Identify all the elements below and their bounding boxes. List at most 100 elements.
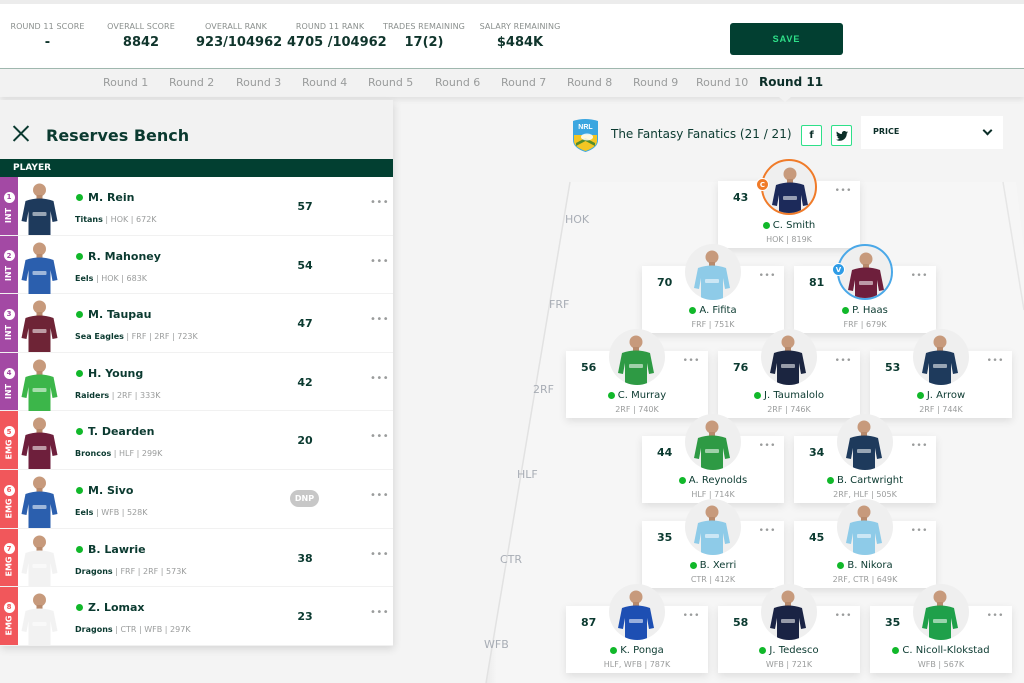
player-positions-price: | HLF | 299K xyxy=(111,449,163,459)
slot-number: 5 xyxy=(3,426,15,438)
player-avatar xyxy=(685,244,741,300)
twitter-share-button[interactable] xyxy=(831,125,852,146)
more-options-icon[interactable]: ••• xyxy=(987,356,1004,366)
position-label-frf: FRF xyxy=(549,298,570,311)
lineup-player-card[interactable]: 45 ••• B. Nikora 2RF, CTR | 649K xyxy=(794,499,936,588)
more-options-icon[interactable]: ••• xyxy=(835,611,852,621)
lineup-player-card[interactable]: 35 ••• B. Xerri CTR | 412K xyxy=(642,499,784,588)
player-avatar xyxy=(761,329,817,385)
position-label-ctr: CTR xyxy=(500,553,523,566)
status-available-icon xyxy=(892,647,900,654)
bench-player-row[interactable]: 2 INT R. Mahoney Eels | HOK | 683K 54 ••• xyxy=(0,235,393,295)
lineup-player-card[interactable]: 76 ••• J. Taumalolo 2RF | 746K xyxy=(718,329,860,418)
bench-title: Reserves Bench xyxy=(46,126,190,145)
player-name: T. Dearden xyxy=(76,425,154,438)
more-options-icon[interactable]: ••• xyxy=(370,431,389,442)
bench-player-row[interactable]: 6 EMG M. Sivo Eels | WFB | 528K DNP ••• xyxy=(0,469,393,529)
slot-type: EMG xyxy=(4,615,14,636)
close-icon[interactable] xyxy=(11,124,31,144)
tab-round-1[interactable]: Round 1 xyxy=(103,76,148,89)
tab-round-6[interactable]: Round 6 xyxy=(435,76,480,89)
more-options-icon[interactable]: ••• xyxy=(911,271,928,281)
player-name-text: B. Xerri xyxy=(699,560,737,571)
bench-slot-tag: 5 EMG xyxy=(0,411,18,469)
save-button[interactable]: SAVE xyxy=(730,23,843,55)
player-meta: Dragons | FRF | 2RF | 573K xyxy=(75,567,187,576)
player-avatar xyxy=(837,244,893,300)
field-left-edge xyxy=(485,181,571,683)
lineup-player-card[interactable]: 43 C ••• C. Smith HOK | 819K xyxy=(718,159,860,248)
more-options-icon[interactable]: ••• xyxy=(987,611,1004,621)
slot-number: 7 xyxy=(3,543,15,555)
more-options-icon[interactable]: ••• xyxy=(370,314,389,325)
more-options-icon[interactable]: ••• xyxy=(759,441,776,451)
player-score: 87 xyxy=(581,616,597,629)
status-available-icon xyxy=(689,307,697,314)
player-photo-icon xyxy=(21,593,58,646)
player-photo xyxy=(19,472,60,528)
lineup-player-card[interactable]: 58 ••• J. Tedesco WFB | 721K xyxy=(718,584,860,673)
more-options-icon[interactable]: ••• xyxy=(759,526,776,536)
status-available-icon xyxy=(76,252,83,260)
position-label-wfb: WFB xyxy=(484,638,509,651)
more-options-icon[interactable]: ••• xyxy=(370,373,389,384)
tab-round-11[interactable]: Round 11 xyxy=(759,75,823,89)
player-meta: Sea Eagles | FRF | 2RF | 723K xyxy=(75,332,198,341)
bench-player-row[interactable]: 7 EMG B. Lawrie Dragons | FRF | 2RF | 573K 3… xyxy=(0,528,393,588)
bench-player-row[interactable]: 1 INT M. Rein Titans | HOK | 672K 57 ••• xyxy=(0,177,393,236)
more-options-icon[interactable]: ••• xyxy=(835,186,852,196)
status-available-icon xyxy=(76,545,83,553)
player-name: C. Murray xyxy=(566,390,708,401)
more-options-icon[interactable]: ••• xyxy=(370,549,389,560)
bench-slot-tag: 3 INT xyxy=(0,294,18,352)
player-positions-price: 2RF | 744K xyxy=(919,405,963,414)
more-options-icon[interactable]: ••• xyxy=(370,197,389,208)
lineup-player-card[interactable]: 53 ••• J. Arrow 2RF | 744K xyxy=(870,329,1012,418)
tab-round-8[interactable]: Round 8 xyxy=(567,76,612,89)
tab-round-7[interactable]: Round 7 xyxy=(501,76,546,89)
bench-player-row[interactable]: 4 INT H. Young Raiders | 2RF | 333K 42 ••• xyxy=(0,352,393,412)
tab-round-9[interactable]: Round 9 xyxy=(633,76,678,89)
bench-player-row[interactable]: 8 EMG Z. Lomax Dragons | CTR | WFB | 297K 23… xyxy=(0,587,393,646)
bench-player-row[interactable]: 3 INT M. Taupau Sea Eagles | FRF | 2RF | 72… xyxy=(0,294,393,353)
sort-dropdown[interactable]: PRICE xyxy=(861,116,1003,149)
more-options-icon[interactable]: ••• xyxy=(370,490,389,501)
tab-round-4[interactable]: Round 4 xyxy=(302,76,347,89)
status-available-icon xyxy=(678,477,686,484)
bench-player-row[interactable]: 5 EMG T. Dearden Broncos | HLF | 299K 20 ••• xyxy=(0,411,393,470)
stat-label: SALARY REMAINING xyxy=(479,22,561,31)
facebook-share-button[interactable]: f xyxy=(801,125,822,146)
lineup-player-card[interactable]: 56 ••• C. Murray 2RF | 740K xyxy=(566,329,708,418)
more-options-icon[interactable]: ••• xyxy=(759,271,776,281)
slot-number: 3 xyxy=(3,308,15,320)
stat-value: 8842 xyxy=(122,35,160,50)
slot-number: 6 xyxy=(3,484,15,496)
tab-round-3[interactable]: Round 3 xyxy=(236,76,281,89)
player-photo-icon xyxy=(694,505,730,555)
more-options-icon[interactable]: ••• xyxy=(683,356,700,366)
lineup-player-card[interactable]: 70 ••• A. Fifita FRF | 751K xyxy=(642,244,784,333)
lineup-player-card[interactable]: 81 V ••• P. Haas FRF | 679K xyxy=(794,244,936,333)
more-options-icon[interactable]: ••• xyxy=(370,607,389,618)
player-name-text: H. Young xyxy=(88,366,144,380)
tab-round-10[interactable]: Round 10 xyxy=(696,76,748,89)
player-positions-price: | WFB | 528K xyxy=(93,507,148,517)
player-name-text: Z. Lomax xyxy=(88,601,145,615)
status-available-icon xyxy=(76,428,83,436)
player-photo-icon xyxy=(21,535,58,587)
lineup-player-card[interactable]: 44 ••• A. Reynolds HLF | 714K xyxy=(642,414,784,503)
lineup-player-card[interactable]: 87 ••• K. Ponga HLF, WFB | 787K xyxy=(566,584,708,673)
more-options-icon[interactable]: ••• xyxy=(370,256,389,267)
more-options-icon[interactable]: ••• xyxy=(835,356,852,366)
player-positions-price: HOK | 819K xyxy=(766,235,812,244)
player-name: M. Taupau xyxy=(76,308,151,321)
tab-round-2[interactable]: Round 2 xyxy=(169,76,214,89)
bench-slot-tag: 4 INT xyxy=(0,352,18,411)
more-options-icon[interactable]: ••• xyxy=(911,441,928,451)
more-options-icon[interactable]: ••• xyxy=(911,526,928,536)
tab-round-5[interactable]: Round 5 xyxy=(368,76,413,89)
lineup-player-card[interactable]: 35 ••• C. Nicoll-Klokstad WFB | 567K xyxy=(870,584,1012,673)
stat-overall-rank: OVERALL RANK 923/104962 xyxy=(196,22,282,50)
more-options-icon[interactable]: ••• xyxy=(683,611,700,621)
lineup-player-card[interactable]: 34 ••• B. Cartwright 2RF, HLF | 505K xyxy=(794,414,936,503)
